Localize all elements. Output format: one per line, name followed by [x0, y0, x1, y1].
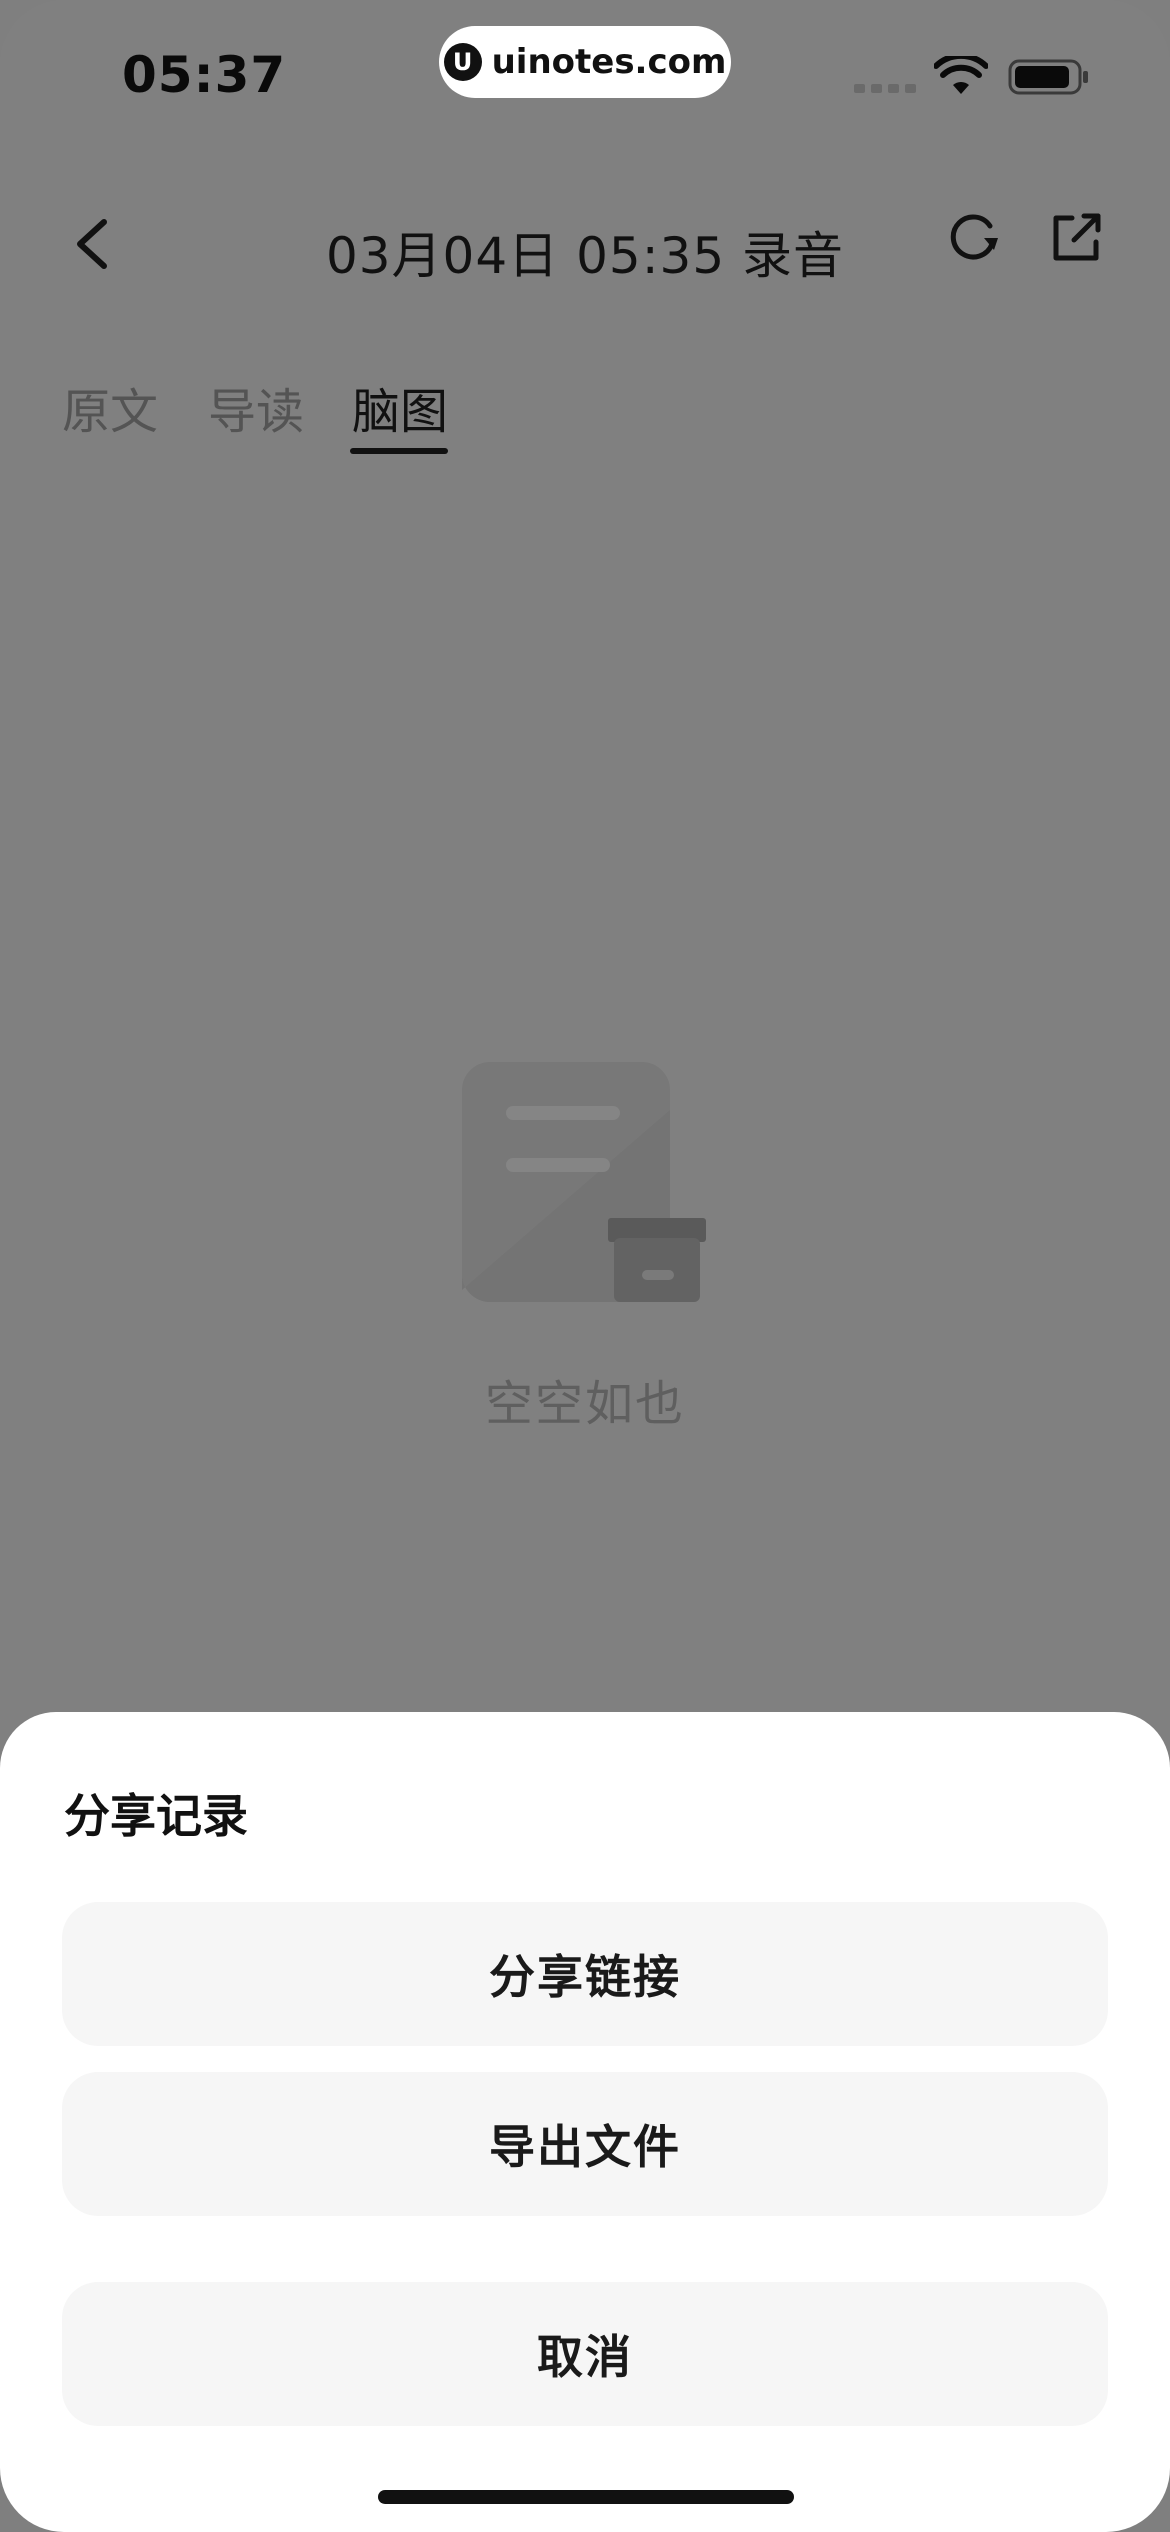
- home-indicator[interactable]: [378, 2490, 794, 2504]
- share-icon[interactable]: [1046, 208, 1106, 268]
- active-tab-indicator: [350, 448, 448, 454]
- tab-original[interactable]: 原文: [62, 372, 158, 442]
- wifi-icon: [934, 56, 988, 94]
- tab-guide[interactable]: 导读: [208, 372, 304, 442]
- status-time: 05:37: [122, 46, 287, 104]
- share-bottom-sheet: 分享记录 分享链接 导出文件 取消: [0, 1712, 1170, 2532]
- share-link-button[interactable]: 分享链接: [62, 1902, 1108, 2046]
- battery-icon: [1008, 59, 1088, 95]
- status-bar: 05:37 U uinotes.com: [0, 0, 1170, 150]
- signal-icon: [854, 84, 916, 93]
- share-link-label: 分享链接: [489, 1950, 681, 2004]
- cancel-button[interactable]: 取消: [62, 2282, 1108, 2426]
- app-screen: 05:37 U uinotes.com 03月04日 05:35 录音 原文 导…: [0, 0, 1170, 2532]
- export-file-label: 导出文件: [489, 2120, 681, 2174]
- watermark-text: uinotes.com: [491, 42, 727, 82]
- sheet-title: 分享记录: [64, 1789, 248, 1843]
- empty-state-text: 空空如也: [484, 1376, 685, 1432]
- empty-document-box-icon: [462, 1062, 706, 1302]
- cancel-label: 取消: [537, 2330, 633, 2384]
- watermark-logo-icon: U: [443, 43, 482, 81]
- refresh-icon[interactable]: [946, 208, 1006, 268]
- top-nav-bar: 03月04日 05:35 录音: [0, 190, 1170, 300]
- tab-mindmap[interactable]: 脑图: [352, 372, 448, 442]
- export-file-button[interactable]: 导出文件: [62, 2072, 1108, 2216]
- watermark-badge: U uinotes.com: [439, 26, 731, 98]
